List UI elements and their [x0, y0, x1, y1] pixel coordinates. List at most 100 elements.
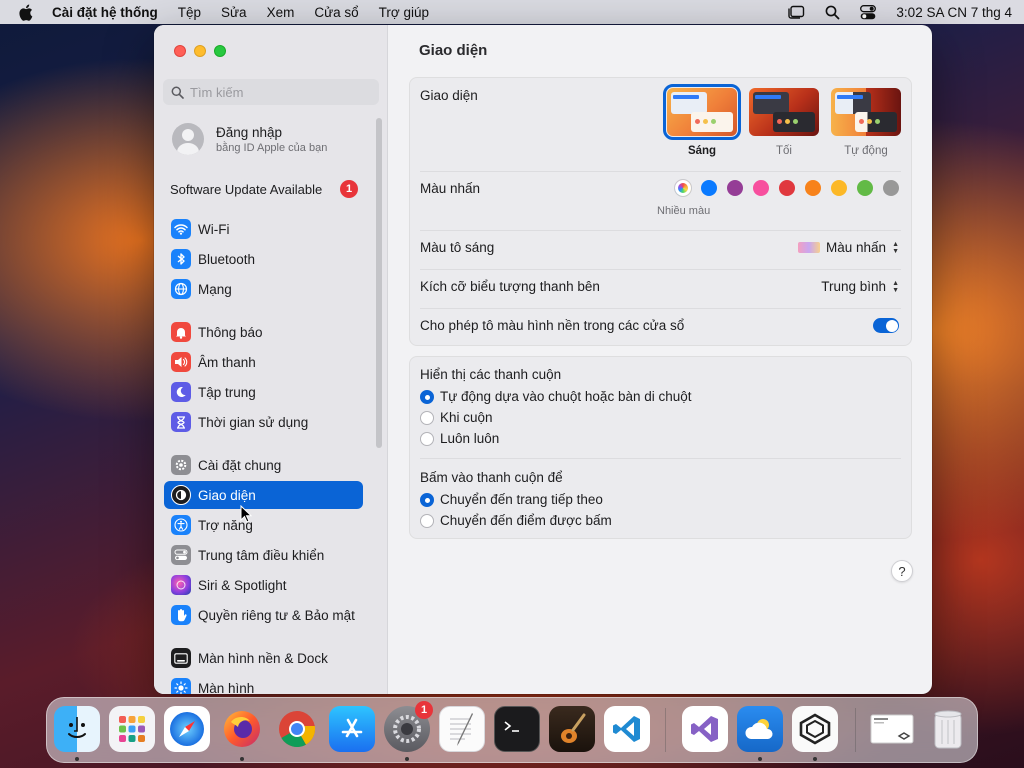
sidebar-icon-size-value: Trung bình	[821, 279, 887, 294]
theme-auto-label: Tự động	[844, 145, 888, 157]
sidebar-item-appearance[interactable]: Giao diện	[164, 481, 363, 509]
page-title: Giao diện	[419, 42, 488, 59]
menu-help[interactable]: Trợ giúp	[379, 5, 429, 20]
menu-window[interactable]: Cửa sổ	[314, 5, 358, 20]
wallpaper-tinting-toggle[interactable]	[873, 318, 899, 333]
click-scrollbar-option-next-page[interactable]: Chuyển đến trang tiếp theo	[420, 492, 603, 507]
sidebar-item-control-center[interactable]: Trung tâm điều khiển	[164, 541, 363, 569]
siri-icon	[171, 575, 191, 595]
software-update-item[interactable]: Software Update Available 1	[170, 180, 358, 198]
sidebar-scrollbar[interactable]	[376, 118, 382, 448]
search-input[interactable]: Tìm kiếm	[163, 79, 379, 105]
hourglass-icon	[171, 412, 191, 432]
highlight-color-row: Màu tô sáng Màu nhấn ▲ ▼	[420, 240, 899, 255]
sidebar-item-general[interactable]: Cài đặt chung	[164, 451, 363, 479]
theme-option-dark[interactable]: Tối	[749, 88, 819, 157]
sidebar-item-network[interactable]: Mạng	[164, 275, 363, 303]
window-controls	[174, 45, 226, 57]
scrollbars-option-always[interactable]: Luôn luôn	[420, 431, 499, 446]
scrollbars-option-auto[interactable]: Tự động dựa vào chuột hoặc bàn di chuột	[420, 389, 692, 404]
search-icon	[171, 86, 184, 99]
dock-vscode-icon[interactable]	[604, 706, 650, 752]
signin-subtitle: bằng ID Apple của bạn	[216, 141, 328, 154]
sidebar: Tìm kiếm Đăng nhập bằng ID Apple của bạn…	[154, 25, 388, 694]
accent-orange-swatch[interactable]	[805, 180, 821, 196]
menu-clock[interactable]: 3:02 SA CN 7 thg 4	[896, 5, 1012, 20]
highlight-color-popup[interactable]: Màu nhấn ▲ ▼	[798, 240, 899, 255]
control-center-icon	[171, 545, 191, 565]
scrollbars-option-when-scrolling[interactable]: Khi cuộn	[420, 410, 493, 425]
dock-visual-studio-icon[interactable]	[682, 706, 728, 752]
menu-file[interactable]: Tệp	[178, 5, 201, 20]
running-indicator	[758, 757, 762, 761]
accent-red-swatch[interactable]	[779, 180, 795, 196]
sidebar-item-siri-spotlight[interactable]: Siri & Spotlight	[164, 571, 363, 599]
accent-purple-swatch[interactable]	[727, 180, 743, 196]
popup-arrows-icon: ▲ ▼	[892, 240, 899, 255]
menu-bar: Cài đặt hệ thống Tệp Sửa Xem Cửa sổ Trợ …	[0, 0, 1024, 24]
dock-safari-icon[interactable]	[164, 706, 210, 752]
dock-terminal-icon[interactable]	[494, 706, 540, 752]
running-indicator	[75, 757, 79, 761]
dock-garageband-icon[interactable]	[549, 706, 595, 752]
theme-auto-preview	[831, 88, 901, 136]
sidebar-item-notifications[interactable]: Thông báo	[164, 318, 363, 346]
scrollbars-title-row: Hiển thị các thanh cuộn	[420, 367, 899, 382]
control-center-icon[interactable]	[860, 4, 877, 20]
theme-option-auto[interactable]: Tự động	[831, 88, 901, 157]
divider	[420, 230, 901, 231]
dock-launchpad-icon[interactable]	[109, 706, 155, 752]
spotlight-search-icon[interactable]	[825, 5, 840, 20]
dock-screenshot-file-icon[interactable]	[869, 706, 915, 752]
sidebar-item-bluetooth[interactable]: Bluetooth	[164, 245, 363, 273]
apple-id-signin[interactable]: Đăng nhập bằng ID Apple của bạn	[172, 123, 327, 155]
accent-multicolor-swatch[interactable]	[675, 180, 691, 196]
accent-blue-swatch[interactable]	[701, 180, 717, 196]
dock-textedit-icon[interactable]	[439, 706, 485, 752]
theme-light-preview	[663, 84, 741, 140]
accent-yellow-swatch[interactable]	[831, 180, 847, 196]
radio-label: Khi cuộn	[440, 410, 493, 425]
bell-icon	[171, 322, 191, 342]
accent-green-swatch[interactable]	[857, 180, 873, 196]
close-window-button[interactable]	[174, 45, 186, 57]
sidebar-icon-size-popup[interactable]: Trung bình ▲ ▼	[821, 279, 899, 294]
menu-edit[interactable]: Sửa	[221, 5, 247, 20]
sidebar-item-privacy-security[interactable]: Quyền riêng tư & Bảo mật	[164, 601, 363, 629]
sidebar-item-focus[interactable]: Tập trung	[164, 378, 363, 406]
theme-option-light[interactable]: Sáng	[663, 84, 741, 157]
main-pane: Giao diện Giao diện Sáng Tối Tự động Màu…	[389, 25, 932, 694]
dock-chrome-icon[interactable]	[274, 706, 320, 752]
minimize-window-button[interactable]	[194, 45, 206, 57]
help-button[interactable]: ?	[891, 560, 913, 582]
sidebar-item-displays[interactable]: Màn hình	[164, 674, 363, 694]
dock-trash-icon[interactable]	[925, 706, 971, 752]
sidebar-item-screen-time[interactable]: Thời gian sử dụng	[164, 408, 363, 436]
accent-graphite-swatch[interactable]	[883, 180, 899, 196]
stage-manager-icon[interactable]	[787, 5, 805, 19]
sidebar-item-label: Quyền riêng tư & Bảo mật	[198, 607, 355, 623]
click-scrollbar-option-clicked-spot[interactable]: Chuyển đến điểm được bấm	[420, 513, 612, 528]
dock-firefox-icon[interactable]	[219, 706, 265, 752]
sidebar-item-sound[interactable]: Âm thanh	[164, 348, 363, 376]
menu-view[interactable]: Xem	[267, 5, 295, 20]
sidebar-item-desktop-dock[interactable]: Màn hình nền & Dock	[164, 644, 363, 672]
radio-label: Luôn luôn	[440, 431, 500, 446]
apple-menu-icon[interactable]	[18, 4, 34, 21]
app-menu[interactable]: Cài đặt hệ thống	[52, 5, 158, 20]
sidebar-item-wifi[interactable]: Wi-Fi	[164, 215, 363, 243]
dock-separator	[665, 708, 666, 752]
signin-title: Đăng nhập	[216, 124, 283, 140]
dock-parallels-icon[interactable]	[792, 706, 838, 752]
accent-pink-swatch[interactable]	[753, 180, 769, 196]
running-indicator	[240, 757, 244, 761]
dock-weather-icon[interactable]	[737, 706, 783, 752]
search-placeholder: Tìm kiếm	[190, 84, 244, 100]
dock-app-store-icon[interactable]	[329, 706, 375, 752]
sidebar-item-accessibility[interactable]: Trợ năng	[164, 511, 363, 539]
sidebar-item-label: Thời gian sử dụng	[198, 414, 309, 430]
zoom-window-button[interactable]	[214, 45, 226, 57]
sidebar-item-label: Mạng	[198, 281, 232, 297]
dock-finder-icon[interactable]	[54, 706, 100, 752]
appearance-icon	[171, 485, 191, 505]
